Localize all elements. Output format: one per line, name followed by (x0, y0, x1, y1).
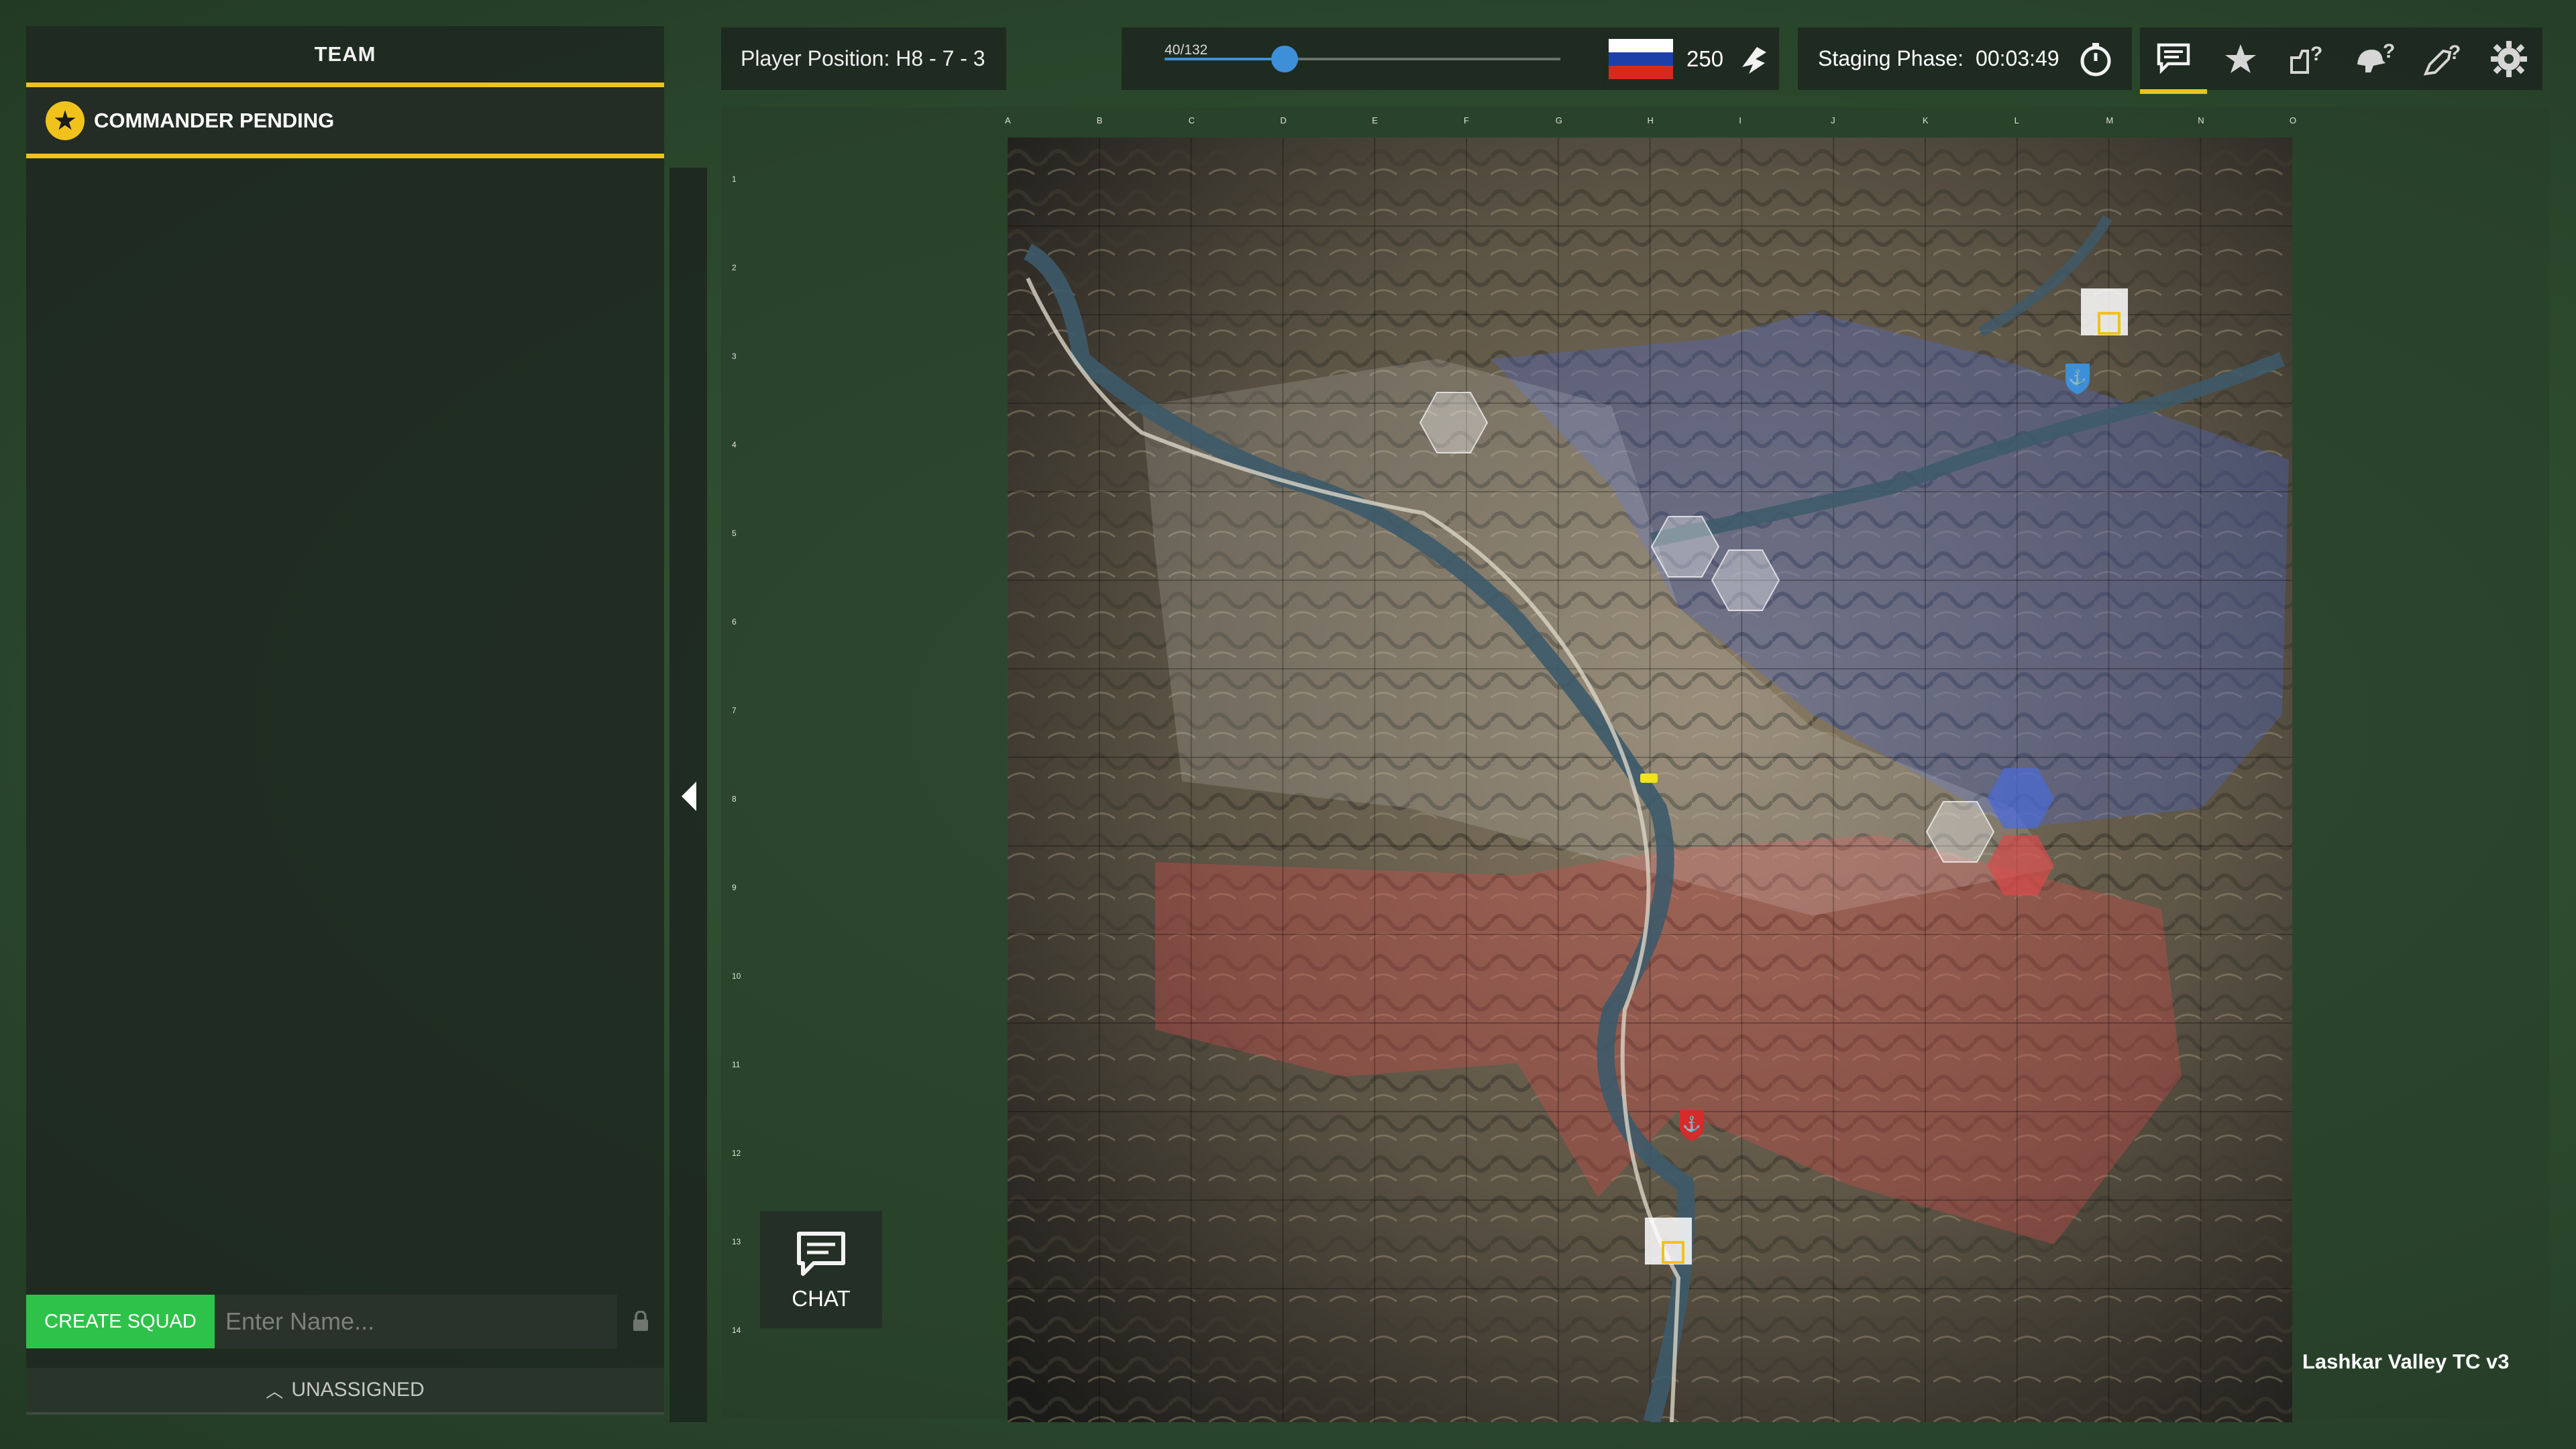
faction-tickets: 250 (1603, 28, 1779, 90)
commander-label: COMMANDER PENDING (94, 108, 335, 132)
ticket-icon (1742, 46, 1767, 74)
map-column-label: O (2290, 115, 2297, 125)
map-column-label: N (2198, 115, 2204, 125)
collapse-arrow-icon[interactable] (682, 782, 696, 811)
staging-phase: Staging Phase: 00:03:49 (1798, 28, 2132, 90)
map-column-label: F (1463, 115, 1469, 125)
rocket-request-icon[interactable]: ? (2408, 28, 2475, 90)
unassigned-toggle[interactable]: ︿ UNASSIGNED (26, 1368, 664, 1415)
lock-icon[interactable] (617, 1295, 664, 1348)
commander-row[interactable]: ★ COMMANDER PENDING (26, 87, 664, 158)
progress-slider-knob[interactable] (1271, 46, 1298, 72)
layer-progress: 40/132 (1122, 28, 1605, 90)
map-column-label: A (1005, 115, 1011, 125)
staging-timer: 00:03:49 (1976, 46, 2059, 70)
map-row-label: 10 (732, 971, 741, 981)
map-row-label: 5 (732, 529, 737, 538)
map-row-label: 8 (732, 794, 737, 804)
map-row-label: 12 (732, 1148, 741, 1158)
russia-flag-icon (1609, 38, 1673, 79)
map-row-label: 1 (732, 174, 737, 184)
chat-icon[interactable] (2140, 28, 2207, 94)
map-column-label: E (1372, 115, 1378, 125)
map-row-label: 6 (732, 617, 737, 627)
unassigned-label: UNASSIGNED (291, 1379, 425, 1401)
squad-name-input[interactable] (215, 1295, 617, 1348)
map-row-label: 9 (732, 883, 737, 892)
star-icon: ★ (46, 101, 85, 140)
svg-text:⚓: ⚓ (1682, 1116, 1701, 1132)
map-column-label: L (2014, 115, 2019, 125)
chat-bubble-icon (797, 1231, 845, 1276)
player-position: Player Position: H8 - 7 - 3 (721, 28, 1006, 90)
map-column-label: C (1188, 115, 1195, 125)
progress-fill (1165, 58, 1285, 60)
svg-text:?: ? (2310, 43, 2322, 65)
gear-icon[interactable] (2475, 28, 2542, 90)
map-row-label: 7 (732, 706, 737, 715)
panel-collapse-strip[interactable] (669, 168, 707, 1422)
helmet-request-icon[interactable]: ? (2341, 28, 2408, 90)
chevron-up-icon: ︿ (266, 1381, 284, 1401)
map-row-label: 3 (732, 352, 737, 361)
svg-text:?: ? (2449, 42, 2461, 64)
map-column-label: H (1647, 115, 1654, 125)
stopwatch-icon (2080, 42, 2111, 76)
menu-icon-bar: ? ? ? (2140, 28, 2549, 94)
map-column-label: J (1831, 115, 1835, 125)
ticket-count: 250 (1686, 46, 1724, 71)
map-column-label: B (1096, 115, 1103, 125)
map-row-label: 11 (732, 1060, 741, 1069)
team-panel: TEAM ★ COMMANDER PENDING CREATE SQUAD ︿ … (26, 26, 664, 1415)
map-row-label: 4 (732, 440, 737, 449)
map-column-label: K (1922, 115, 1929, 125)
map-name: Lashkar Valley TC v3 (2302, 1350, 2510, 1373)
map-column-label: D (1280, 115, 1287, 125)
team-title: TEAM (26, 26, 664, 87)
tactical-map[interactable]: ⚓ ⚓ (1008, 138, 2292, 1422)
map-panel: ABCDEFGHIJKLMNO 1 2 3 4 5 6 7 8 9 10 11 12 13 14 (721, 107, 2549, 1422)
map-row-label: 13 (732, 1237, 741, 1246)
star-icon[interactable] (2207, 28, 2274, 90)
map-column-label: I (1739, 115, 1741, 125)
map-row-label: 2 (732, 263, 737, 272)
map-column-label: G (1555, 115, 1562, 125)
svg-text:?: ? (2383, 40, 2395, 62)
svg-text:⚓: ⚓ (2068, 369, 2086, 386)
progress-track[interactable] (1165, 46, 1560, 72)
create-squad-button[interactable]: CREATE SQUAD (26, 1295, 215, 1348)
squad-bar: CREATE SQUAD (26, 1294, 664, 1349)
progress-label: 40/132 (1165, 42, 1208, 58)
staging-label: Staging Phase: (1818, 46, 1964, 70)
map-row-label: 14 (732, 1326, 741, 1335)
vehicle-request-icon[interactable]: ? (2274, 28, 2341, 90)
chat-label: CHAT (792, 1285, 851, 1311)
chat-button[interactable]: CHAT (760, 1211, 882, 1328)
map-column-label: M (2106, 115, 2114, 125)
